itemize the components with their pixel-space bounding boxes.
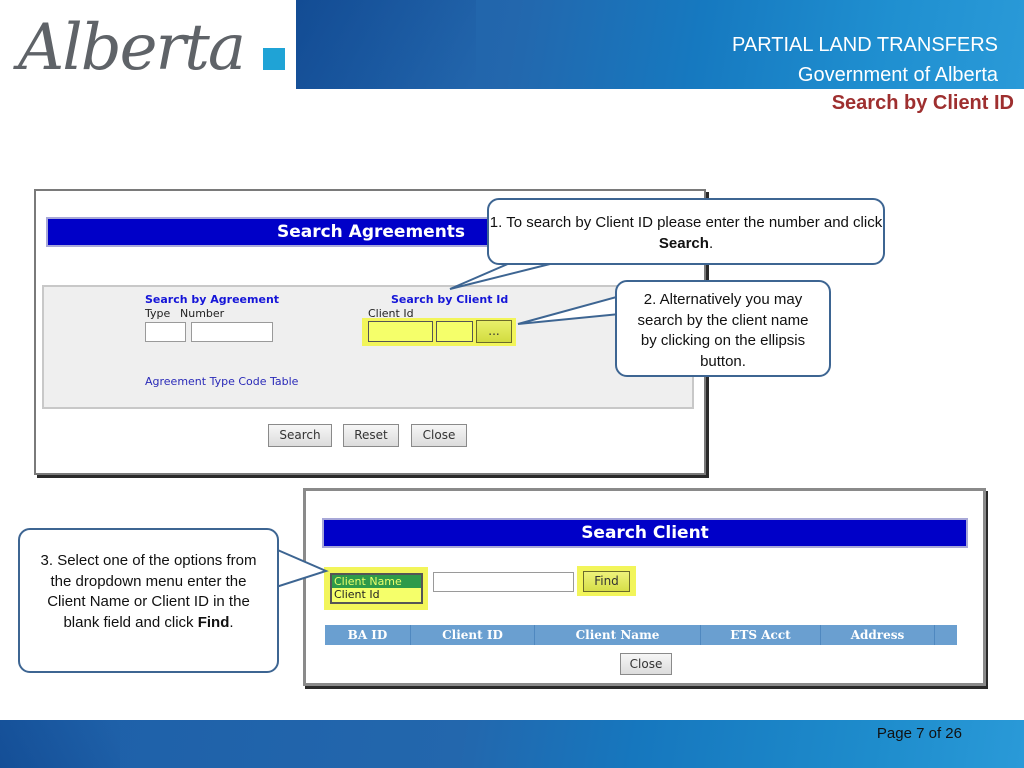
header-title: PARTIAL LAND TRANSFERS Government of Alb… bbox=[732, 30, 998, 90]
search-type-option-client-name[interactable]: Client Name bbox=[332, 575, 421, 588]
client-id-input[interactable] bbox=[368, 321, 433, 342]
client-search-input[interactable] bbox=[433, 572, 574, 592]
callout-step3-end: . bbox=[229, 613, 234, 631]
callout-step1-text: 1. To search by Client ID please enter t… bbox=[489, 214, 883, 231]
callout-step2: 2. Alternatively you may search by the c… bbox=[615, 280, 831, 377]
callout-step3-bold: Find bbox=[197, 613, 230, 631]
search-type-listbox[interactable]: Client Name Client Id bbox=[330, 573, 423, 604]
agreement-number-input[interactable] bbox=[191, 322, 273, 342]
type-label: Type bbox=[145, 307, 171, 320]
search-by-agreement-title: Search by Agreement bbox=[145, 293, 280, 306]
agreement-type-code-table-link[interactable]: Agreement Type Code Table bbox=[145, 375, 298, 388]
client-id-suffix-input[interactable] bbox=[436, 321, 473, 342]
search-client-window: Search Client Client Name Client Id Find… bbox=[303, 488, 986, 686]
column-ba-id[interactable]: BA ID bbox=[325, 625, 411, 645]
callout-step1-end: . bbox=[708, 234, 714, 252]
header-title-line1: PARTIAL LAND TRANSFERS bbox=[732, 34, 998, 56]
header-title-line2: Government of Alberta bbox=[797, 64, 998, 86]
alberta-logo: Alberta bbox=[18, 8, 288, 88]
agreement-type-input[interactable] bbox=[145, 322, 186, 342]
search-type-option-client-id[interactable]: Client Id bbox=[332, 588, 421, 601]
search-by-client-id-title: Search by Client Id bbox=[391, 293, 509, 306]
page-number: Page 7 of 26 bbox=[876, 725, 962, 742]
column-client-id[interactable]: Client ID bbox=[411, 625, 535, 645]
page-subtitle: Search by Client ID bbox=[831, 92, 1014, 114]
results-table-header: BA ID Client ID Client Name ETS Acct Add… bbox=[325, 625, 957, 645]
footer-band bbox=[0, 720, 1024, 768]
callout-step3: 3. Select one of the options from the dr… bbox=[18, 528, 279, 673]
search-panel: Search by Agreement Type Number Search b… bbox=[42, 285, 694, 409]
reset-button[interactable]: Reset bbox=[343, 424, 399, 447]
column-spacer bbox=[935, 625, 957, 645]
search-client-close-button[interactable]: Close bbox=[620, 653, 672, 675]
column-address[interactable]: Address bbox=[821, 625, 935, 645]
find-button[interactable]: Find bbox=[583, 571, 630, 592]
logo-square-icon bbox=[263, 48, 285, 70]
callout-step1-bold: Search bbox=[658, 234, 709, 252]
close-button[interactable]: Close bbox=[411, 424, 467, 447]
search-button[interactable]: Search bbox=[268, 424, 332, 447]
search-client-banner: Search Client bbox=[322, 518, 968, 548]
column-ets-acct[interactable]: ETS Acct bbox=[701, 625, 821, 645]
column-client-name[interactable]: Client Name bbox=[535, 625, 701, 645]
logo-wordmark: Alberta bbox=[18, 11, 246, 85]
ellipsis-button[interactable]: ... bbox=[476, 320, 512, 343]
callout-step1: 1. To search by Client ID please enter t… bbox=[487, 198, 885, 265]
number-label: Number bbox=[180, 307, 225, 320]
